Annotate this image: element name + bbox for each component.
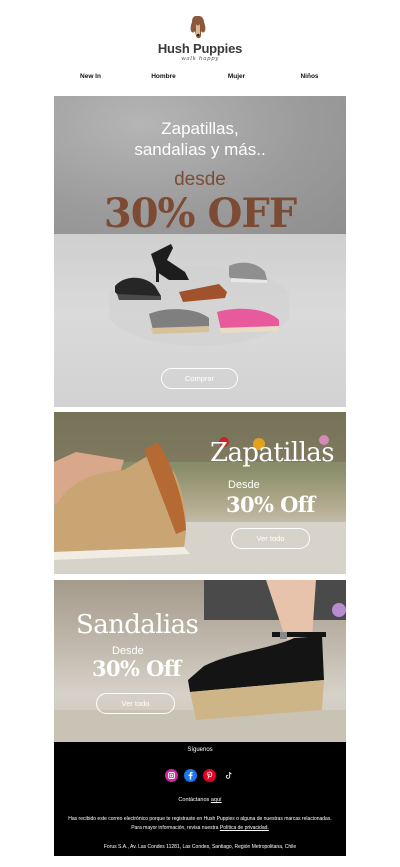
promo-zapatillas-discount: 30% Off: [226, 492, 315, 517]
contact-line: Contáctanos aquí: [54, 797, 346, 803]
brand-tagline: walk happy: [181, 56, 219, 62]
promo-sandalias-discount: 30% Off: [92, 656, 181, 681]
legal-notice: Has recibido este correo electrónico por…: [60, 815, 340, 833]
email-footer: Síguenos Contáctanos aquí Has recibido e…: [54, 742, 346, 856]
social-links: [165, 769, 235, 782]
shoe-collection-image: [109, 244, 289, 346]
privacy-policy-link[interactable]: Política de privacidad.: [220, 825, 269, 831]
promo-zapatillas-desde: Desde: [228, 479, 260, 491]
promo-sandalias-title: Sandalias: [76, 610, 199, 640]
pinterest-icon[interactable]: [203, 769, 216, 782]
brand-wordmark[interactable]: Hush Puppies: [0, 41, 400, 56]
promo-zapatillas-banner[interactable]: Zapatillas Desde 30% Off Ver todo: [54, 412, 346, 574]
basset-hound-logo-icon[interactable]: [188, 14, 208, 40]
company-address: Forus S.A., Av. Las Condes 11281, Las Co…: [103, 844, 297, 850]
promo-zapatillas-title: Zapatillas: [210, 438, 335, 468]
tiktok-icon[interactable]: [222, 769, 235, 782]
nav-item-mujer[interactable]: Mujer: [200, 73, 273, 87]
hero-desde: desde: [174, 169, 226, 190]
facebook-icon[interactable]: [184, 769, 197, 782]
main-nav: New In Hombre Mujer Niños: [54, 73, 346, 87]
comprar-button[interactable]: Comprar: [161, 368, 238, 389]
zapatillas-ver-todo-button[interactable]: Ver todo: [231, 528, 310, 549]
legal-line-2-prefix: Para mayor información, revisa nuestra: [131, 825, 219, 831]
legal-line-2: Para mayor información, revisa nuestra P…: [60, 824, 340, 833]
instagram-icon[interactable]: [165, 769, 178, 782]
nav-item-new-in[interactable]: New In: [54, 73, 127, 87]
sandalias-ver-todo-button[interactable]: Ver todo: [96, 693, 175, 714]
nav-item-ninos[interactable]: Niños: [273, 73, 346, 87]
nav-item-hombre[interactable]: Hombre: [127, 73, 200, 87]
follow-label: Síguenos: [187, 747, 213, 753]
promo-sandalias-banner[interactable]: Sandalias Desde 30% Off Ver todo: [54, 580, 346, 742]
contact-link[interactable]: aquí: [211, 797, 222, 803]
legal-line-1: Has recibido este correo electrónico por…: [68, 816, 332, 822]
hero-headline-line-2: sandalias y más..: [134, 140, 266, 159]
hero-headline-line-1: Zapatillas,: [161, 119, 239, 138]
contact-prefix: Contáctanos: [178, 797, 210, 803]
hero-banner[interactable]: Zapatillas, sandalias y más.. desde 30% …: [54, 96, 346, 407]
hero-headline: Zapatillas, sandalias y más..: [54, 118, 346, 160]
hero-discount: 30% OFF: [103, 190, 297, 237]
